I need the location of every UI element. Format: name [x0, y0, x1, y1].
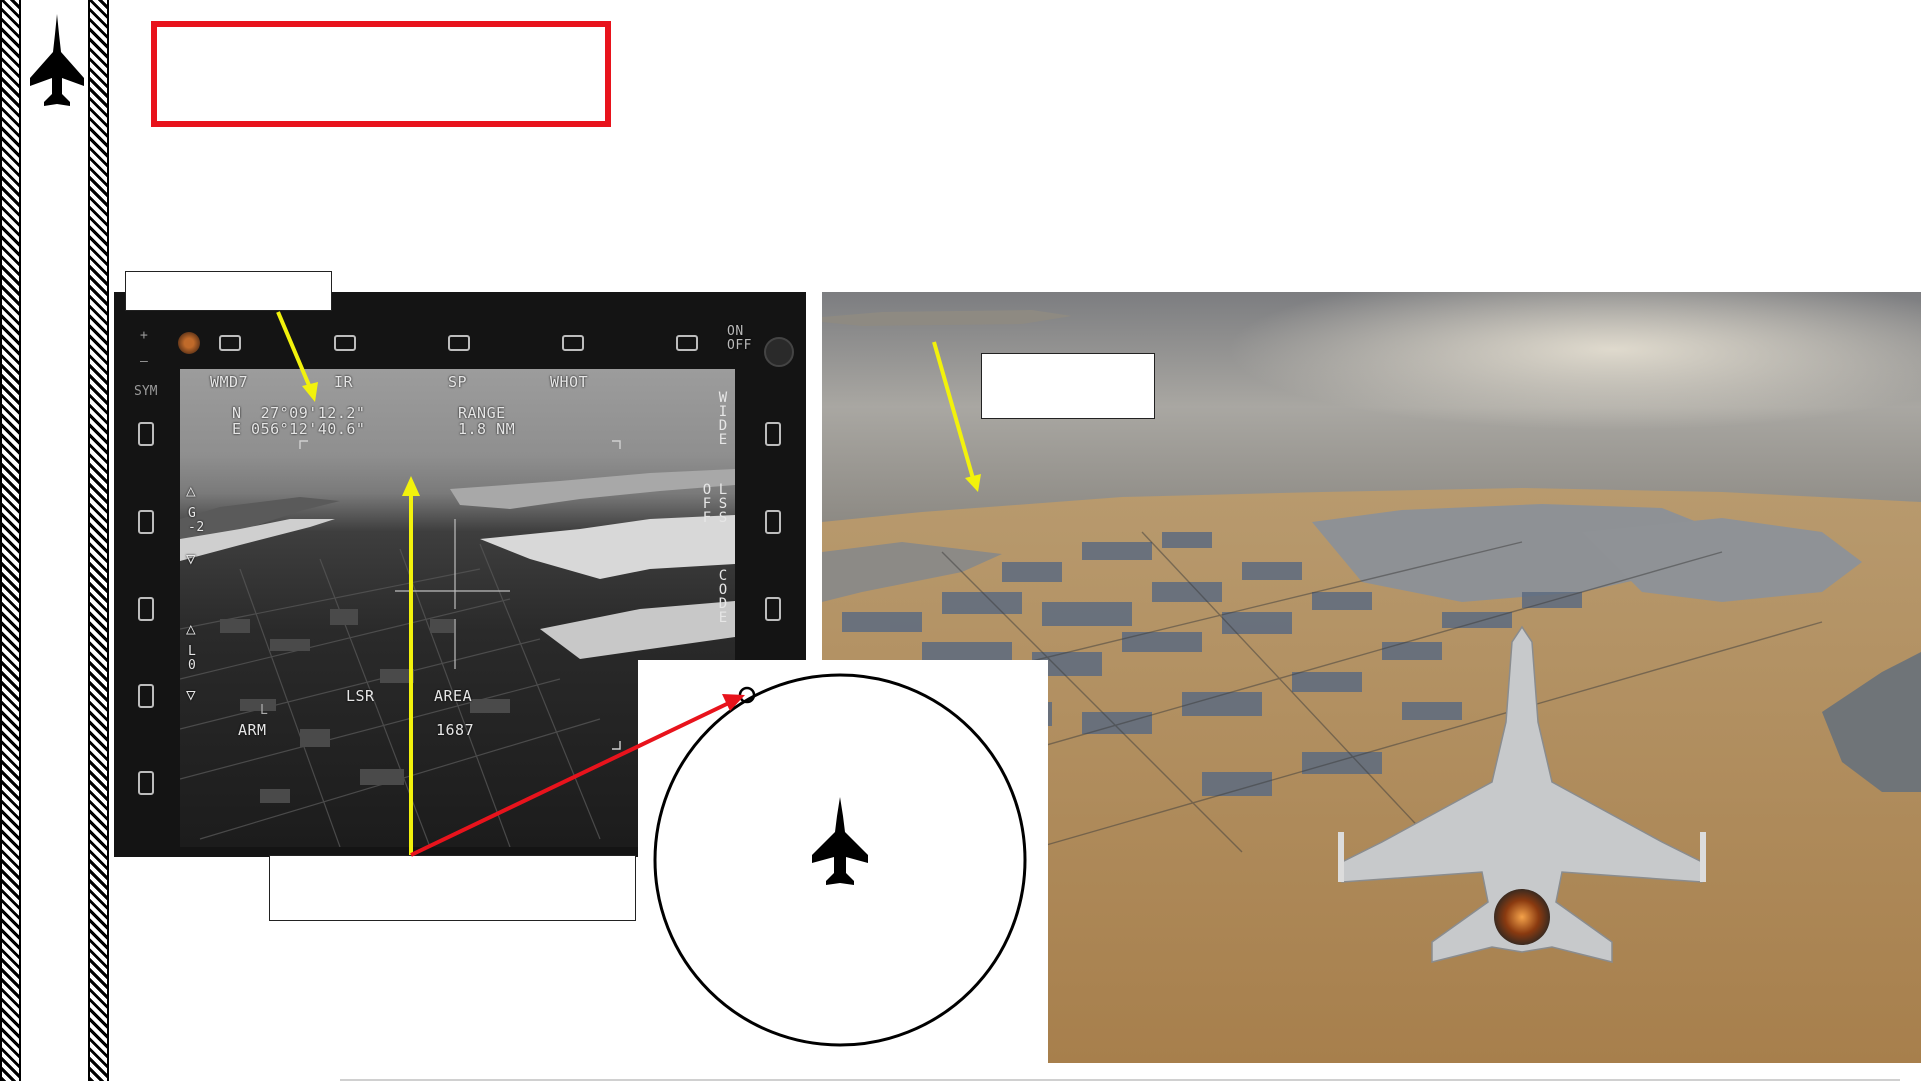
right-label-wide[interactable]: WIDE	[716, 391, 730, 447]
osb-top-5[interactable]	[676, 335, 698, 351]
on-off-label: ON OFF	[727, 324, 752, 353]
osb-left-2[interactable]	[138, 510, 154, 534]
svg-text:L: L	[260, 703, 268, 718]
range-value: 1.8 NM	[458, 420, 516, 438]
top-label-ir[interactable]: IR	[334, 373, 353, 391]
gain-down-icon[interactable]: ▽	[186, 549, 196, 568]
coordinate-east: E 056°12'40.6"	[232, 420, 366, 438]
top-label-wmd7[interactable]: WMD7	[210, 373, 248, 391]
osb-left-5[interactable]	[138, 771, 154, 795]
jet-silhouette-icon	[30, 14, 84, 106]
callout-box-target	[981, 353, 1155, 419]
level-down-icon[interactable]: ▽	[186, 685, 196, 704]
right-hatch-border	[88, 0, 109, 1081]
osb-top-2[interactable]	[334, 335, 356, 351]
callout-box-coordinates	[125, 271, 332, 311]
laser-code-value: 1687	[436, 721, 475, 739]
gain-up-icon[interactable]: △	[186, 481, 196, 500]
osb-right-2[interactable]	[765, 510, 781, 534]
right-label-lss[interactable]: LSS	[716, 483, 730, 525]
sym-down-icon[interactable]: –	[140, 354, 148, 369]
osb-top-3[interactable]	[448, 335, 470, 351]
gain-label: G -2	[188, 506, 205, 535]
osb-left-1[interactable]	[138, 422, 154, 446]
osb-right-1[interactable]	[765, 422, 781, 446]
osb-left-3[interactable]	[138, 597, 154, 621]
top-label-sp[interactable]: SP	[448, 373, 467, 391]
right-label-off[interactable]: OFF	[700, 483, 714, 525]
callout-box-cursor	[269, 855, 636, 921]
osb-left-4[interactable]	[138, 684, 154, 708]
brightness-knob-icon[interactable]	[178, 332, 200, 354]
right-label-code[interactable]: CODE	[716, 569, 730, 625]
sym-label: SYM	[134, 384, 158, 399]
area-label[interactable]: AREA	[434, 687, 472, 705]
lsr-label[interactable]: LSR	[346, 687, 375, 705]
osb-top-4[interactable]	[562, 335, 584, 351]
osb-right-3[interactable]	[765, 597, 781, 621]
title-box	[151, 21, 611, 127]
sym-up-icon[interactable]: +	[140, 328, 148, 343]
power-knob-icon[interactable]	[764, 337, 794, 367]
osb-top-1[interactable]	[219, 335, 241, 351]
level-up-icon[interactable]: △	[186, 619, 196, 638]
arm-label[interactable]: ARM	[238, 721, 267, 739]
aircraft-position-inset	[638, 660, 1048, 1063]
left-hatch-border	[0, 0, 21, 1081]
level-label: L 0	[188, 644, 197, 673]
top-label-whot[interactable]: WHOT	[550, 373, 588, 391]
